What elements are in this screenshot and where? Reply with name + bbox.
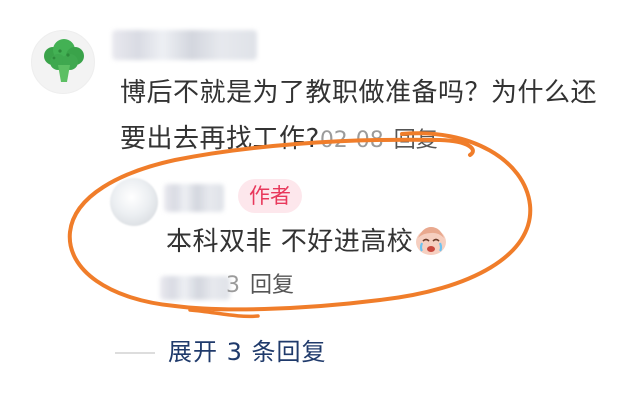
commenter-username-blurred[interactable] xyxy=(112,30,257,60)
reply-time: 3 xyxy=(226,273,240,298)
author-avatar-blurred[interactable] xyxy=(110,178,158,226)
reply-reply-button[interactable]: 回复 xyxy=(250,273,294,298)
reply-text: 本科双非 不好进高校 xyxy=(166,227,414,257)
expand-replies-link[interactable]: 展开 3 条回复 xyxy=(168,334,327,370)
comment-time: 02-08 xyxy=(319,128,384,153)
reply-body: 本科双非 不好进高校 xyxy=(166,222,448,262)
reply-meta: 3 回复 xyxy=(158,270,294,302)
crying-face-emoji-icon xyxy=(416,227,447,255)
comment-body: 博后不就是为了教职做准备吗？为什么还要出去再找工作?02-08 回复 xyxy=(120,70,620,164)
commenter-avatar[interactable] xyxy=(31,30,95,94)
author-username-blurred[interactable] xyxy=(164,184,224,212)
comment-reply-button[interactable]: 回复 xyxy=(394,128,438,153)
author-badge: 作者 xyxy=(238,179,302,213)
expand-divider xyxy=(115,352,155,354)
broccoli-icon xyxy=(44,39,84,82)
